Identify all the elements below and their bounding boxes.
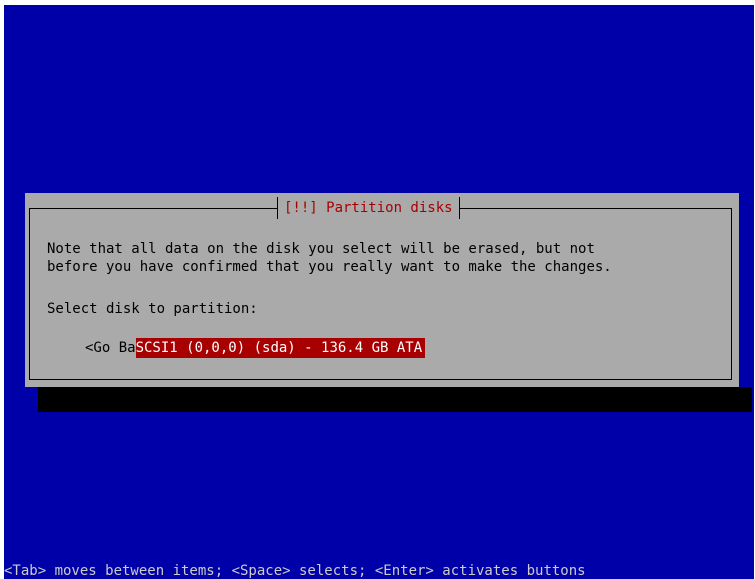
disk-list: <Go Ba SCSI1 (0,0,0) (sda) - 136.4 GB AT… bbox=[85, 338, 426, 358]
partition-disks-dialog: [!!] Partition disks Note that all data … bbox=[25, 193, 739, 387]
go-back-button[interactable]: <Go Ba bbox=[85, 338, 136, 358]
installer-screen: [!!] Partition disks Note that all data … bbox=[4, 5, 754, 579]
keyboard-help-line: <Tab> moves between items; <Space> selec… bbox=[4, 563, 586, 579]
dialog-title: [!!] Partition disks bbox=[277, 197, 460, 219]
disk-option-sda[interactable]: SCSI1 (0,0,0) (sda) - 136.4 GB ATA bbox=[135, 338, 426, 358]
dialog-message-line-2: before you have confirmed that you reall… bbox=[47, 259, 612, 275]
select-disk-prompt: Select disk to partition: bbox=[47, 301, 258, 317]
dialog-shadow bbox=[38, 387, 752, 412]
dialog-message-line-1: Note that all data on the disk you selec… bbox=[47, 241, 595, 257]
